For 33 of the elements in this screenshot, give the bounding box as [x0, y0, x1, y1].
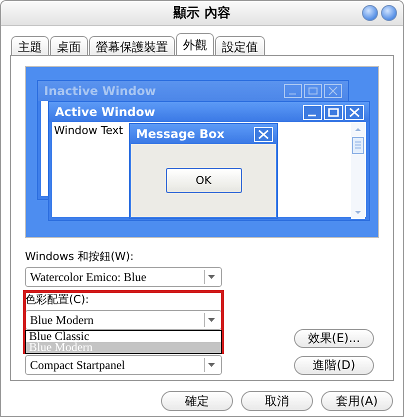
window-title: Inactive Window [44, 84, 156, 98]
window-controls-icon [303, 104, 365, 120]
dropdown-arrow-icon [204, 313, 218, 327]
dropdown-value: Blue Modern [30, 312, 94, 328]
field-label: 色彩配置(C): [25, 293, 89, 306]
dialog-button[interactable]: 取消 [241, 391, 313, 411]
window-title: Message Box [136, 127, 224, 141]
tab[interactable]: 桌面 [50, 36, 88, 55]
dropdown-arrow-icon [204, 270, 218, 284]
window-title: 顯示 內容 [174, 4, 230, 22]
dialog-button[interactable]: 效果(E)... [294, 329, 374, 348]
dropdown-value: Compact Startpanel [30, 358, 125, 372]
dialog-button[interactable]: 套用(A) [321, 391, 393, 411]
close-icon [254, 126, 273, 142]
field-label: Windows 和按鈕(W): [25, 250, 135, 264]
tab[interactable]: 外觀 [176, 33, 214, 55]
dropdown[interactable]: Compact Startpanel [25, 355, 222, 375]
dropdown[interactable]: Blue Modern [25, 310, 222, 330]
tab[interactable]: 主題 [11, 36, 49, 55]
dropdown-value: Watercolor Emico: Blue [30, 270, 146, 284]
window-text: Window Text [54, 124, 124, 137]
tab[interactable]: 螢幕保護裝置 [89, 36, 175, 55]
dialog-button[interactable]: 進階(D) [294, 356, 374, 375]
dropdown-arrow-icon [204, 358, 218, 372]
tab[interactable]: 設定值 [215, 36, 265, 55]
dialog-button[interactable]: 確定 [161, 391, 233, 411]
close-icon[interactable] [381, 5, 397, 21]
window-title: Active Window [55, 105, 156, 119]
window-controls-icon [284, 84, 344, 98]
dropdown[interactable]: Watercolor Emico: Blue [25, 267, 222, 287]
dropdown-option[interactable]: Blue Classic [26, 331, 221, 342]
ok-button[interactable]: OK [166, 168, 242, 193]
minimize-icon[interactable] [362, 5, 378, 21]
